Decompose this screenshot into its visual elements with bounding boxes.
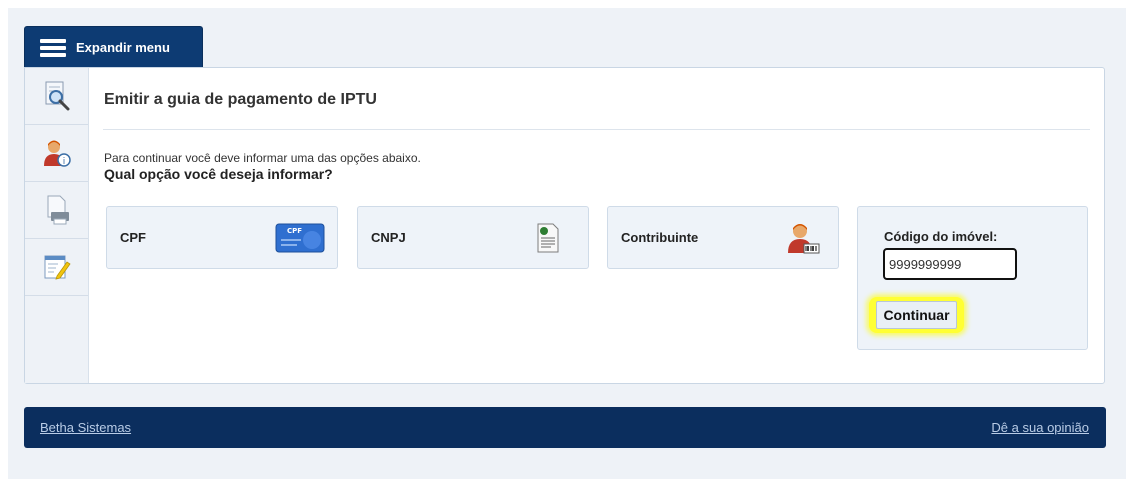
property-code-box: Código do imóvel: Continuar: [857, 206, 1088, 350]
footer: Betha Sistemas Dê a sua opinião: [24, 407, 1106, 448]
sidebar-item-search[interactable]: [25, 68, 88, 125]
sidebar-item-user-info[interactable]: i: [25, 125, 88, 182]
certificate-document-icon: [537, 223, 559, 252]
betha-sistemas-link[interactable]: Betha Sistemas: [40, 420, 131, 435]
intro-text: Para continuar você deve informar uma da…: [104, 151, 421, 165]
main-panel: i Emitir a guia de pagamento de IPTU Par…: [24, 67, 1105, 384]
edit-document-icon: [44, 255, 71, 280]
sidebar: i: [25, 68, 89, 383]
property-code-input[interactable]: [883, 248, 1017, 280]
option-cpf[interactable]: CPF CPF: [106, 206, 338, 269]
sidebar-item-print[interactable]: [25, 182, 88, 239]
continue-button[interactable]: Continuar: [869, 297, 964, 333]
printer-document-icon: [47, 195, 69, 225]
cpf-card-icon: CPF: [275, 223, 325, 252]
cpf-card-text: CPF: [287, 227, 302, 235]
svg-text:i: i: [62, 157, 65, 167]
option-contribuinte-label: Contribuinte: [621, 230, 699, 245]
option-cnpj-label: CNPJ: [371, 230, 406, 245]
feedback-link[interactable]: Dê a sua opinião: [991, 420, 1089, 435]
content-area: Emitir a guia de pagamento de IPTU Para …: [89, 68, 1104, 383]
option-cpf-label: CPF: [120, 230, 146, 245]
search-document-icon: [45, 81, 69, 111]
user-info-icon: i: [43, 140, 71, 167]
title-divider: [103, 129, 1090, 130]
hamburger-icon: [40, 38, 66, 57]
expand-menu-label: Expandir menu: [76, 40, 170, 55]
question-text: Qual opção você deseja informar?: [104, 166, 333, 182]
page-title: Emitir a guia de pagamento de IPTU: [104, 91, 377, 108]
expand-menu-button[interactable]: Expandir menu: [24, 26, 203, 68]
sidebar-item-edit[interactable]: [25, 239, 88, 296]
option-cnpj[interactable]: CNPJ: [357, 206, 589, 269]
option-contribuinte[interactable]: Contribuinte: [607, 206, 839, 269]
continue-button-label: Continuar: [876, 301, 957, 329]
taxpayer-barcode-icon: [788, 223, 820, 253]
property-code-label: Código do imóvel:: [884, 229, 998, 244]
